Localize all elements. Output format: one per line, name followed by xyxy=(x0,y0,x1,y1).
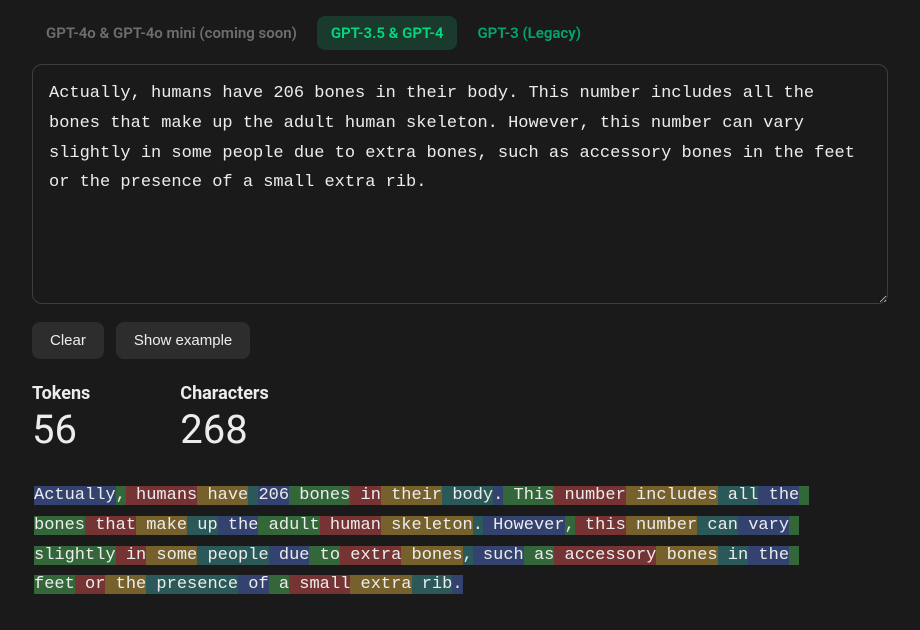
token: number xyxy=(626,516,697,535)
token: accessory xyxy=(554,546,656,565)
token: of xyxy=(238,575,269,594)
token: rib xyxy=(412,575,453,594)
token: up xyxy=(187,516,218,535)
token: adult xyxy=(258,516,319,535)
characters-label: Characters xyxy=(180,383,268,404)
token: human xyxy=(320,516,381,535)
token: extra xyxy=(340,546,401,565)
token: skeleton xyxy=(381,516,473,535)
token: includes xyxy=(626,486,718,505)
tokens-label: Tokens xyxy=(32,383,90,404)
token: can xyxy=(697,516,738,535)
token: the xyxy=(218,516,259,535)
token: have xyxy=(197,486,248,505)
token: a xyxy=(269,575,289,594)
characters-stat: Characters 268 xyxy=(180,383,268,453)
token: the xyxy=(105,575,146,594)
token: extra xyxy=(350,575,411,594)
token: small xyxy=(289,575,350,594)
token: as xyxy=(524,546,555,565)
token: , xyxy=(565,516,575,535)
token: such xyxy=(473,546,524,565)
token: due xyxy=(269,546,310,565)
show-example-button[interactable]: Show example xyxy=(116,322,250,359)
token: in xyxy=(718,546,749,565)
token: that xyxy=(85,516,136,535)
tab-gpt3-legacy[interactable]: GPT-3 (Legacy) xyxy=(463,16,595,50)
token: body xyxy=(442,486,493,505)
tokenized-output: Actually, humans have 206 bones in their… xyxy=(32,481,822,600)
characters-value: 268 xyxy=(180,406,268,453)
clear-button[interactable]: Clear xyxy=(32,322,104,359)
token: Actually xyxy=(34,486,116,505)
tokens-value: 56 xyxy=(32,406,90,453)
token: presence xyxy=(146,575,238,594)
token: However xyxy=(483,516,565,535)
token: This xyxy=(503,486,554,505)
tokens-stat: Tokens 56 xyxy=(32,383,90,453)
token: to xyxy=(309,546,340,565)
token xyxy=(248,486,258,505)
token: their xyxy=(381,486,442,505)
tab-gpt4o: GPT-4o & GPT-4o mini (coming soon) xyxy=(32,16,311,50)
token: , xyxy=(116,486,126,505)
token: 206 xyxy=(258,486,289,505)
tokenizer-input[interactable] xyxy=(32,64,888,304)
token: in xyxy=(350,486,381,505)
model-tabs: GPT-4o & GPT-4o mini (coming soon) GPT-3… xyxy=(32,16,888,50)
token: humans xyxy=(126,486,197,505)
token: bones xyxy=(289,486,350,505)
token: all xyxy=(718,486,759,505)
token: make xyxy=(136,516,187,535)
tab-gpt35-gpt4[interactable]: GPT-3.5 & GPT-4 xyxy=(317,16,458,50)
token: in xyxy=(116,546,147,565)
token: some xyxy=(146,546,197,565)
token: vary xyxy=(738,516,789,535)
token: . xyxy=(452,575,462,594)
token: , xyxy=(463,546,473,565)
token: or xyxy=(75,575,106,594)
token: bones xyxy=(656,546,717,565)
token: the xyxy=(748,546,789,565)
token: this xyxy=(575,516,626,535)
token: . xyxy=(493,486,503,505)
token: number xyxy=(554,486,625,505)
token: people xyxy=(197,546,268,565)
stats-row: Tokens 56 Characters 268 xyxy=(32,383,888,453)
token: the xyxy=(758,486,799,505)
token: . xyxy=(473,516,483,535)
token: bones xyxy=(401,546,462,565)
